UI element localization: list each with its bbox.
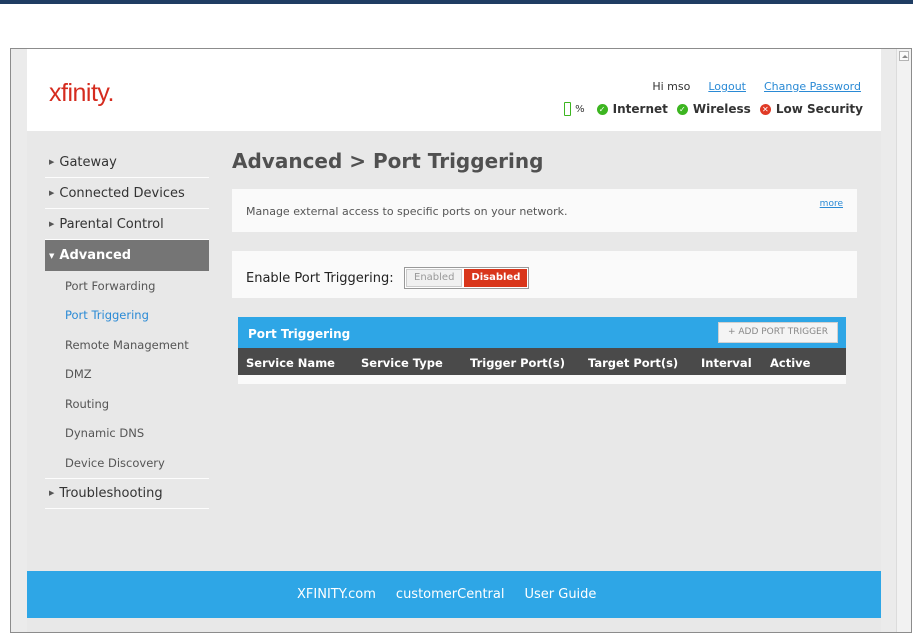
sidebar-item-troubleshooting[interactable]: ▶ Troubleshooting: [45, 477, 209, 509]
sidebar-sub-dynamic-dns[interactable]: Dynamic DNS: [45, 419, 209, 449]
footer-link-user-guide[interactable]: User Guide: [524, 587, 596, 602]
description-text: Manage external access to specific ports…: [246, 205, 568, 218]
sidebar-item-advanced[interactable]: ▼ Advanced: [45, 240, 209, 271]
browser-viewport: xfinity. Hi mso Logout Change Password %…: [10, 48, 912, 633]
column-service-name: Service Name: [246, 356, 335, 370]
footer-link-xfinity[interactable]: XFINITY.com: [297, 587, 376, 602]
table-column-headers: Service Name Service Type Trigger Port(s…: [238, 348, 846, 375]
footer-link-customer-central[interactable]: customerCentral: [396, 587, 505, 602]
column-interval: Interval: [701, 356, 752, 370]
column-trigger-ports: Trigger Port(s): [470, 356, 565, 370]
security-status: Low Security: [775, 102, 863, 116]
sidebar-item-parental-control[interactable]: ▶ Parental Control: [45, 209, 209, 240]
user-bar: Hi mso Logout Change Password: [652, 80, 861, 93]
table-title: Port Triggering: [248, 327, 351, 341]
toggle-disabled-button[interactable]: Disabled: [464, 269, 528, 287]
header: xfinity. Hi mso Logout Change Password %…: [27, 49, 881, 131]
sidebar-item-connected-devices[interactable]: ▶ Connected Devices: [45, 178, 209, 209]
triangle-right-icon: ▶: [49, 189, 55, 197]
wireless-status: Wireless: [692, 102, 751, 116]
column-active: Active: [770, 356, 811, 370]
sidebar-sub-dmz[interactable]: DMZ: [45, 360, 209, 390]
column-target-ports: Target Port(s): [588, 356, 679, 370]
table-header-bar: Port Triggering + ADD PORT TRIGGER: [238, 317, 846, 348]
sidebar-sub-remote-management[interactable]: Remote Management: [45, 330, 209, 360]
greeting: Hi mso: [652, 80, 691, 93]
sidebar-nav: ▶ Gateway ▶ Connected Devices ▶ Parental…: [45, 147, 209, 509]
sidebar-item-gateway[interactable]: ▶ Gateway: [45, 147, 209, 178]
vertical-scrollbar[interactable]: [896, 49, 911, 632]
triangle-right-icon: ▶: [49, 489, 55, 497]
battery-percent: %: [575, 103, 585, 115]
xfinity-logo: xfinity.: [49, 79, 115, 107]
change-password-link[interactable]: Change Password: [764, 80, 861, 93]
sidebar-item-label: Gateway: [59, 154, 117, 170]
battery-icon: [564, 102, 572, 116]
footer-links: XFINITY.com customerCentral User Guide: [297, 587, 596, 602]
check-icon: ✓: [676, 103, 688, 115]
sidebar-item-label: Parental Control: [59, 216, 164, 232]
page-title: Advanced > Port Triggering: [232, 149, 544, 173]
enable-panel: Enable Port Triggering: Enabled Disabled: [232, 251, 857, 298]
gateway-page: xfinity. Hi mso Logout Change Password %…: [27, 49, 881, 632]
column-service-type: Service Type: [361, 356, 443, 370]
error-icon: ✕: [759, 103, 771, 115]
sidebar-item-label: Troubleshooting: [59, 485, 163, 501]
description-panel: Manage external access to specific ports…: [232, 189, 857, 232]
footer: XFINITY.com customerCentral User Guide: [27, 571, 881, 618]
sidebar-sub-device-discovery[interactable]: Device Discovery: [45, 448, 209, 478]
enable-toggle: Enabled Disabled: [404, 267, 530, 289]
triangle-right-icon: ▶: [49, 158, 55, 166]
check-icon: ✓: [596, 103, 608, 115]
top-divider: [0, 0, 913, 4]
sidebar-sub-port-forwarding[interactable]: Port Forwarding: [45, 271, 209, 301]
sidebar-sub-port-triggering[interactable]: Port Triggering: [45, 301, 209, 331]
toggle-enabled-button[interactable]: Enabled: [406, 269, 463, 287]
more-link[interactable]: more: [820, 199, 843, 209]
port-triggering-table: Port Triggering + ADD PORT TRIGGER Servi…: [238, 317, 846, 384]
sidebar-sub-routing[interactable]: Routing: [45, 389, 209, 419]
add-port-trigger-button[interactable]: + ADD PORT TRIGGER: [717, 322, 838, 343]
triangle-down-icon: ▼: [49, 251, 55, 260]
sidebar-item-label: Connected Devices: [59, 185, 185, 201]
enable-label: Enable Port Triggering:: [246, 271, 394, 286]
internet-status: Internet: [612, 102, 668, 116]
scroll-up-arrow-icon[interactable]: [899, 51, 909, 61]
status-bar: % ✓ Internet ✓ Wireless ✕ Low Security: [564, 102, 863, 116]
triangle-right-icon: ▶: [49, 220, 55, 228]
sidebar-item-label: Advanced: [59, 248, 132, 263]
logout-link[interactable]: Logout: [708, 80, 746, 93]
main-content: Advanced > Port Triggering Manage extern…: [232, 147, 857, 384]
